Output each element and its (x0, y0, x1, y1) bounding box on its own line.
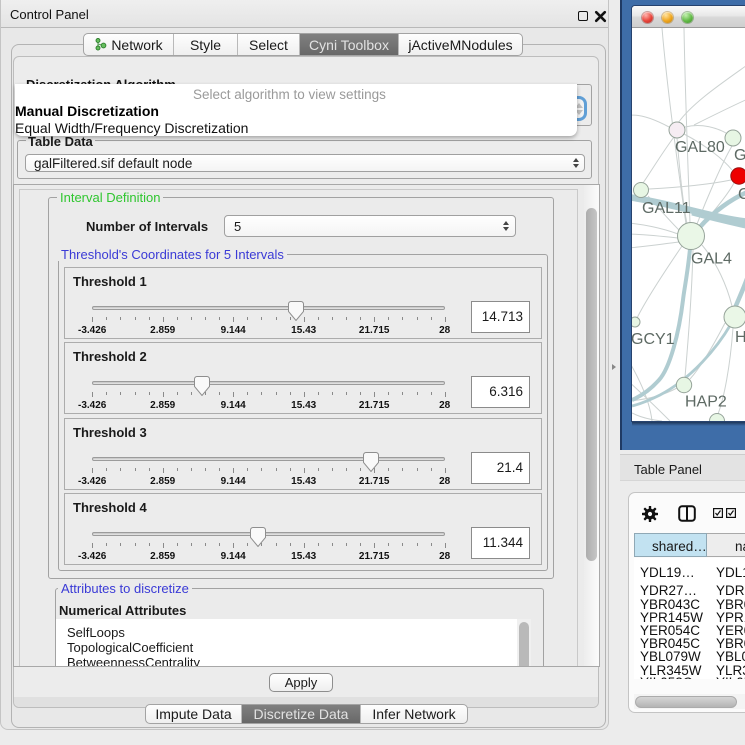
svg-text:HAP2: HAP2 (685, 394, 727, 411)
svg-text:HA: HA (735, 329, 745, 346)
svg-text:GAL80: GAL80 (675, 139, 725, 156)
svg-text:GAL11: GAL11 (642, 200, 691, 217)
svg-text:GCY1: GCY1 (632, 331, 675, 348)
svg-text:CR: CR (738, 186, 745, 203)
svg-text:GA: GA (734, 147, 745, 164)
svg-text:GAL4: GAL4 (691, 251, 732, 268)
